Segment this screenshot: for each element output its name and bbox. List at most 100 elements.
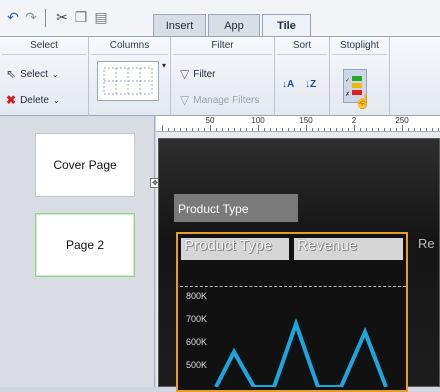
ruler-tick bbox=[288, 128, 289, 131]
ruler-tick bbox=[216, 128, 217, 131]
ruler-tick bbox=[252, 128, 253, 131]
ruler-tick bbox=[372, 128, 373, 131]
cut-icon[interactable]: ✂ bbox=[53, 8, 71, 26]
redo-icon[interactable]: ↷ bbox=[22, 8, 40, 26]
group-divider bbox=[2, 54, 86, 55]
hand-cursor-icon: ☝ bbox=[354, 93, 372, 109]
tab-label: App bbox=[224, 19, 244, 32]
chevron-down-icon: ⌄ bbox=[51, 69, 59, 79]
page-thumb-page-2[interactable]: Page 2 bbox=[35, 213, 135, 277]
ruler-tick bbox=[438, 128, 439, 131]
ruler-tick bbox=[162, 125, 163, 131]
ruler-tick bbox=[342, 128, 343, 131]
ruler-number: 50 bbox=[205, 116, 215, 125]
sort-descending-icon[interactable]: ↓Z bbox=[305, 79, 316, 90]
ruler-tick bbox=[366, 128, 367, 131]
paste-icon[interactable]: ▤ bbox=[92, 8, 110, 26]
ruler-number: 2 bbox=[351, 116, 357, 125]
copy-icon[interactable]: ❐ bbox=[72, 8, 90, 26]
ruler-number: 250 bbox=[395, 116, 409, 125]
page-thumb-cover[interactable]: Cover Page bbox=[35, 133, 135, 197]
toolbar-separator bbox=[45, 9, 46, 27]
pages-panel: Cover Page Page 2 bbox=[0, 116, 155, 387]
ruler-tick bbox=[258, 125, 259, 131]
ruler-tick bbox=[324, 128, 325, 131]
delete-label: Delete bbox=[20, 94, 49, 106]
ruler-tick bbox=[384, 128, 385, 131]
ribbon: Select ⇖ Select ⌄ ✖ Delete ⌄ Columns ▾ F… bbox=[0, 36, 440, 116]
columns-group: Columns ▾ bbox=[89, 37, 171, 116]
columns-dropdown-arrow[interactable]: ▾ bbox=[160, 61, 168, 101]
filter-label: Filter bbox=[193, 68, 216, 80]
ruler-number: 100 bbox=[251, 116, 265, 125]
group-title: Stoplight bbox=[340, 40, 379, 51]
ruler-tick bbox=[264, 128, 265, 131]
page-label: Page 2 bbox=[65, 238, 105, 252]
ruler-tick bbox=[276, 128, 277, 131]
manage-filters-label: Manage Filters bbox=[193, 94, 260, 106]
ruler-tick bbox=[360, 128, 361, 131]
group-divider bbox=[91, 54, 168, 55]
ruler-tick bbox=[168, 128, 169, 131]
ruler-tick bbox=[348, 128, 349, 131]
ruler-tick bbox=[246, 128, 247, 131]
select-label: Select bbox=[20, 68, 48, 80]
ruler-tick bbox=[306, 125, 307, 131]
sort-group: Sort ↓A ↓Z bbox=[275, 37, 330, 116]
next-tile-label: Re bbox=[418, 236, 435, 251]
ruler-tick bbox=[330, 128, 331, 131]
select-group: Select ⇖ Select ⌄ ✖ Delete ⌄ bbox=[0, 37, 89, 116]
horizontal-ruler: 50 100 150 2 250 bbox=[156, 116, 440, 132]
table-header-product-type[interactable]: Product Type bbox=[181, 238, 289, 260]
group-title: Columns bbox=[109, 40, 150, 51]
ruler-tick bbox=[420, 128, 421, 131]
filter-group: Filter ▽ Filter ▽ Manage Filters bbox=[171, 37, 275, 116]
ruler-tick bbox=[300, 128, 301, 131]
ruler-number: 150 bbox=[299, 116, 313, 125]
manage-filters-button[interactable]: ▽ Manage Filters bbox=[180, 93, 259, 107]
ruler-tick bbox=[294, 128, 295, 131]
table-header-revenue[interactable]: Revenue bbox=[294, 238, 403, 260]
ruler-tick bbox=[222, 128, 223, 131]
group-divider bbox=[173, 54, 272, 55]
revenue-line-chart bbox=[214, 317, 388, 387]
ruler-tick bbox=[312, 128, 313, 131]
ruler-tick bbox=[426, 128, 427, 131]
sort-ascending-icon[interactable]: ↓A bbox=[282, 79, 294, 90]
tab-tile[interactable]: Tile bbox=[262, 14, 311, 37]
ruler-tick bbox=[318, 128, 319, 131]
ruler-tick bbox=[186, 128, 187, 131]
ruler-tick bbox=[414, 128, 415, 131]
group-title: Filter bbox=[211, 40, 234, 51]
ruler-tick bbox=[204, 128, 205, 131]
ruler-tick bbox=[354, 125, 355, 131]
ruler-tick bbox=[192, 128, 193, 131]
tab-app[interactable]: App bbox=[208, 14, 260, 36]
tab-label: Insert bbox=[165, 19, 194, 32]
ruler-tick bbox=[432, 128, 433, 131]
ruler-tick bbox=[228, 128, 229, 131]
columns-grid-icon bbox=[103, 67, 153, 95]
ruler-tick bbox=[198, 128, 199, 131]
ruler-tick bbox=[378, 128, 379, 131]
ruler-tick bbox=[282, 128, 283, 131]
funnel-icon: ▽ bbox=[180, 93, 190, 107]
stoplight-group: Stoplight ✓ ✗ ☝ bbox=[330, 37, 390, 116]
filter-button[interactable]: ▽ Filter bbox=[180, 67, 215, 81]
select-button[interactable]: ⇖ Select ⌄ bbox=[6, 67, 59, 81]
cursor-icon: ⇖ bbox=[6, 67, 17, 81]
ruler-tick bbox=[402, 125, 403, 131]
delete-x-icon: ✖ bbox=[6, 93, 17, 107]
undo-icon[interactable]: ↶ bbox=[4, 8, 22, 26]
ruler-tick bbox=[240, 128, 241, 131]
delete-button[interactable]: ✖ Delete ⌄ bbox=[6, 93, 60, 107]
group-divider bbox=[332, 54, 387, 55]
ruler-tick bbox=[396, 128, 397, 131]
tile-divider bbox=[180, 286, 406, 287]
tab-insert[interactable]: Insert bbox=[153, 14, 206, 36]
group-title: Sort bbox=[292, 40, 312, 51]
product-type-filter[interactable]: Product Type bbox=[174, 194, 298, 222]
svg-text:✗: ✗ bbox=[345, 91, 350, 98]
ruler-tick bbox=[270, 128, 271, 131]
columns-layout-picker[interactable] bbox=[97, 61, 159, 101]
